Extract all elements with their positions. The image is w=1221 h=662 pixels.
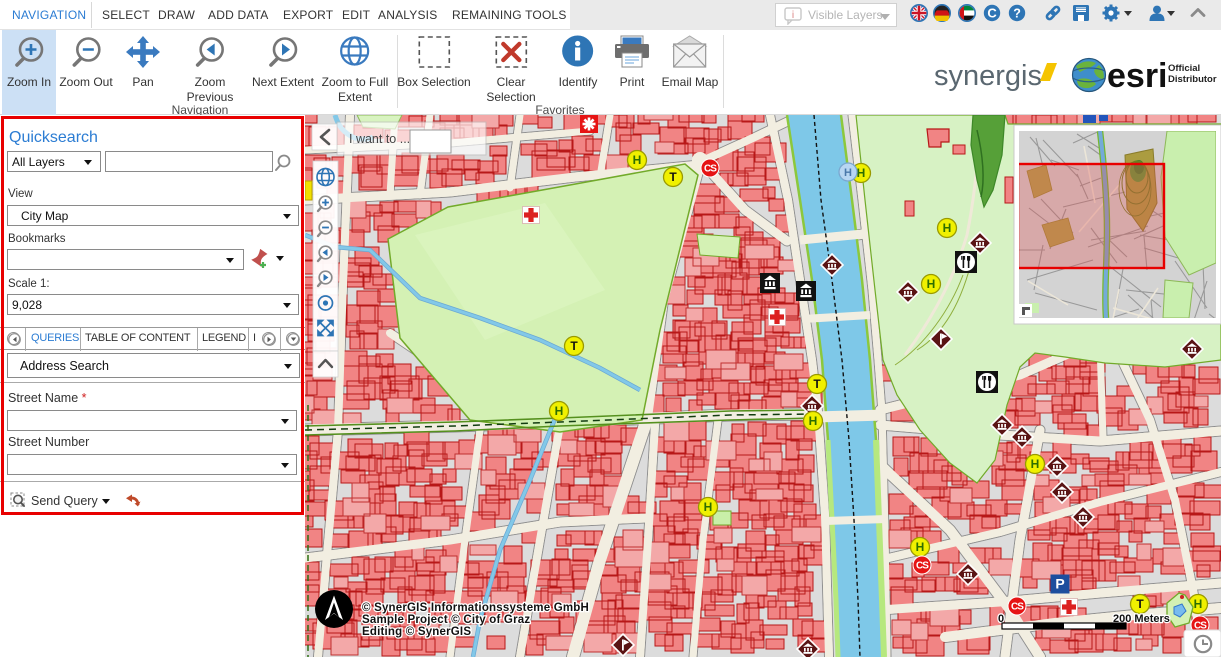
svg-text:T: T [669,170,677,184]
svg-text:Editing © SynerGIS: Editing © SynerGIS [362,626,471,638]
svg-text:Distributor: Distributor [1168,74,1217,85]
svg-text:H: H [916,540,925,554]
svg-text:CS: CS [704,164,717,175]
svg-text:H: H [1194,597,1203,611]
svg-text:synergis: synergis [934,60,1042,92]
svg-text:Official: Official [1168,63,1200,74]
svg-text:H: H [844,167,852,179]
svg-text:H: H [1031,457,1040,471]
svg-text:Sample Project © City of Graz: Sample Project © City of Graz [362,614,530,626]
svg-text:P: P [1055,576,1064,592]
svg-text:T: T [1136,597,1144,611]
svg-text:?: ? [1013,7,1021,21]
svg-text:H: H [943,221,952,235]
svg-text:H: H [857,166,866,180]
svg-text:CS: CS [916,561,929,572]
svg-text:© SynerGIS Informationssysteme: © SynerGIS Informationssysteme GmbH [362,602,589,614]
svg-text:T: T [813,377,821,391]
svg-text:H: H [927,277,936,291]
svg-text:H: H [555,404,564,418]
svg-text:H: H [809,414,818,428]
svg-text:esri: esri [1107,57,1168,95]
svg-text:I want to ...: I want to ... [349,132,410,146]
svg-text:C: C [987,6,997,21]
svg-text:H: H [633,153,642,167]
svg-text:CS: CS [1011,602,1024,613]
svg-text:i: i [792,10,795,21]
svg-text:H: H [704,500,713,514]
svg-text:T: T [570,339,578,353]
